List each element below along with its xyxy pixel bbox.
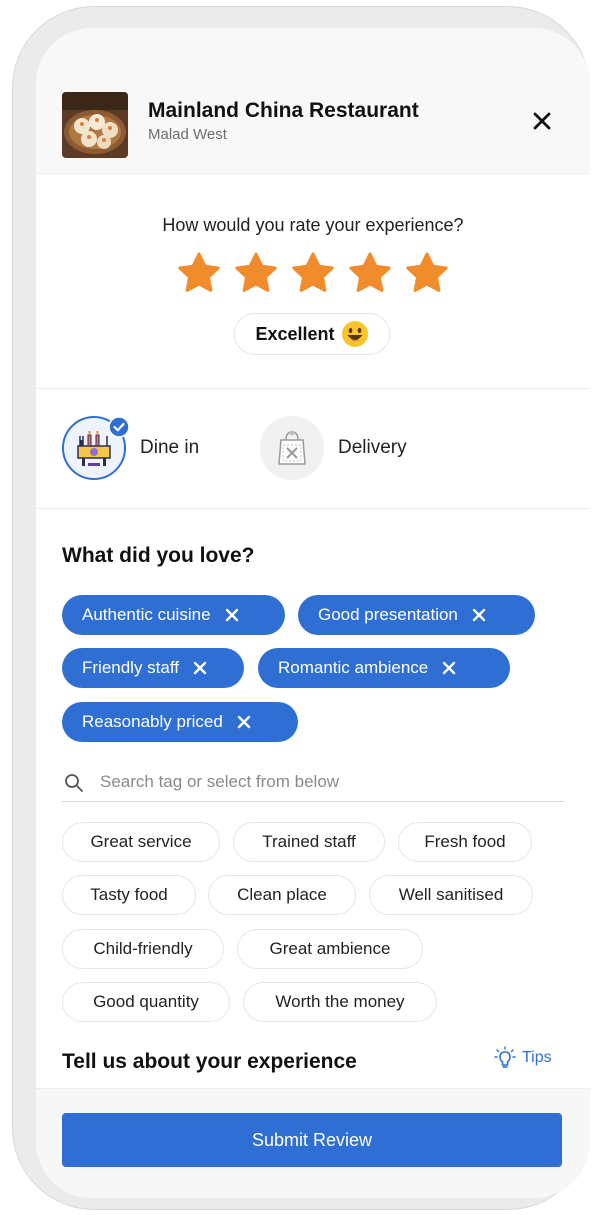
- selected-tag[interactable]: Friendly staff: [62, 648, 244, 688]
- tips-label: Tips: [522, 1049, 552, 1066]
- mode-label-dine-in: Dine in: [140, 437, 200, 458]
- love-title: What did you love?: [62, 544, 255, 567]
- selected-tag[interactable]: Romantic ambience: [258, 648, 510, 688]
- review-screen: Mainland China Restaurant Malad West How…: [36, 28, 590, 1198]
- submit-review-button[interactable]: Submit Review: [62, 1113, 562, 1167]
- selected-tag[interactable]: Authentic cuisine: [62, 595, 285, 635]
- restaurant-location: Malad West: [148, 126, 227, 143]
- restaurant-header: Mainland China Restaurant Malad West: [36, 28, 590, 174]
- star-icon-5[interactable]: [404, 251, 450, 297]
- mode-delivery[interactable]: Delivery: [260, 416, 407, 480]
- search-icon: [65, 774, 83, 792]
- suggested-tag[interactable]: Well sanitised: [369, 875, 533, 915]
- suggested-tag[interactable]: Good quantity: [62, 982, 230, 1022]
- selected-tag-label: Reasonably priced: [82, 712, 223, 731]
- tag-search: [62, 766, 564, 802]
- remove-tag-icon[interactable]: [225, 608, 239, 622]
- selected-check-icon: [108, 416, 130, 438]
- remove-tag-icon[interactable]: [237, 715, 251, 729]
- star-rating[interactable]: [176, 251, 450, 297]
- selected-tag-label: Good presentation: [318, 605, 458, 624]
- divider: [36, 508, 590, 509]
- delivery-option: [260, 416, 324, 480]
- rating-label-badge: Excellent: [234, 313, 390, 355]
- suggested-tag[interactable]: Great ambience: [237, 929, 423, 969]
- selected-tag-label: Authentic cuisine: [82, 605, 211, 624]
- tag-search-input[interactable]: [100, 768, 540, 796]
- divider: [36, 388, 590, 389]
- suggested-tag[interactable]: Child-friendly: [62, 929, 224, 969]
- star-icon-2[interactable]: [233, 251, 279, 297]
- remove-tag-icon[interactable]: [193, 661, 207, 675]
- suggested-tag[interactable]: Worth the money: [243, 982, 437, 1022]
- close-icon: [533, 112, 551, 130]
- close-button[interactable]: [528, 107, 556, 135]
- lightbulb-icon: [494, 1046, 516, 1068]
- selected-tag[interactable]: Good presentation: [298, 595, 535, 635]
- suggested-tag[interactable]: Fresh food: [398, 822, 532, 862]
- smiley-emoji-icon: [341, 321, 368, 347]
- suggested-tag[interactable]: Trained staff: [233, 822, 385, 862]
- star-icon-1[interactable]: [176, 251, 222, 297]
- experience-title: Tell us about your experience: [62, 1050, 357, 1073]
- rating-question: How would you rate your experience?: [162, 215, 464, 235]
- remove-tag-icon[interactable]: [472, 608, 486, 622]
- delivery-bag-icon: [278, 430, 306, 465]
- star-icon-3[interactable]: [290, 251, 336, 297]
- rating-label: Excellent: [255, 323, 335, 344]
- restaurant-name: Mainland China Restaurant: [148, 99, 419, 122]
- suggested-tag[interactable]: Tasty food: [62, 875, 196, 915]
- suggested-tag[interactable]: Clean place: [208, 875, 356, 915]
- dine-in-option: [62, 416, 130, 480]
- remove-tag-icon[interactable]: [442, 661, 456, 675]
- star-icon-4[interactable]: [347, 251, 393, 297]
- mode-label-delivery: Delivery: [338, 437, 407, 458]
- selected-tag-label: Friendly staff: [82, 658, 180, 677]
- selected-tag[interactable]: Reasonably priced: [62, 702, 298, 742]
- suggested-tag[interactable]: Great service: [62, 822, 220, 862]
- mode-dine-in[interactable]: Dine in: [62, 416, 199, 480]
- footer-bar: Submit Review: [36, 1088, 590, 1198]
- restaurant-thumbnail: [62, 92, 128, 158]
- selected-tag-label: Romantic ambience: [278, 658, 429, 677]
- tips-link[interactable]: Tips: [494, 1046, 552, 1070]
